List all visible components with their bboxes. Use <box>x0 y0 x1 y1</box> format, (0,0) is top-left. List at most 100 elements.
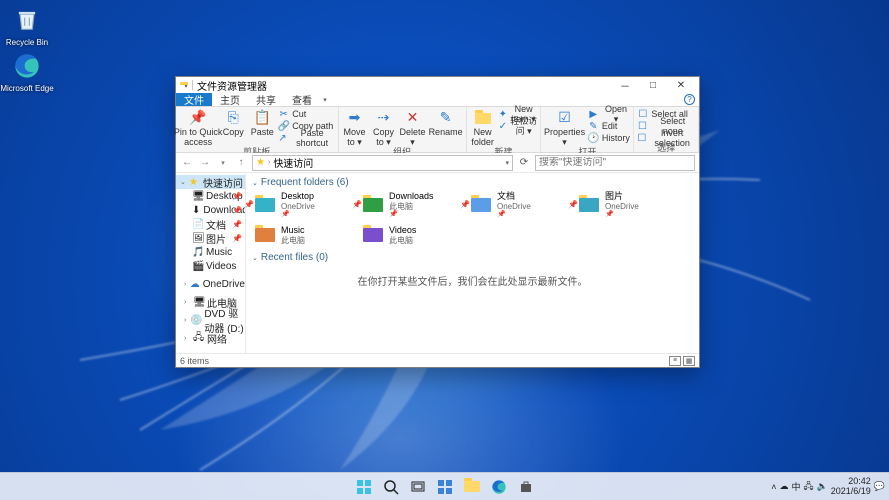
folder-item[interactable]: 📌Downloads此电脑📌 <box>360 190 468 220</box>
taskbar: ˄ ☁ 中 🖧 🔈 20:42 2021/6/19 💬 <box>0 472 889 500</box>
task-view-button[interactable] <box>406 475 430 499</box>
tab-home[interactable]: 主页 <box>212 93 248 106</box>
tab-view[interactable]: 查看 <box>284 93 320 106</box>
widgets-button[interactable] <box>433 475 457 499</box>
pin-icon: 📌 <box>246 200 254 209</box>
copy-icon: ⎘ <box>224 109 242 127</box>
tray-onedrive-icon[interactable]: ☁ <box>779 481 788 492</box>
folder-name: Videos <box>389 225 416 235</box>
rename-icon: ✎ <box>437 109 455 127</box>
view-large-button[interactable]: ▦ <box>683 356 695 366</box>
desktop-icon-label: Microsoft Edge <box>0 84 53 93</box>
ribbon-group-new: New folder ✦New item ▾ ✓轻松访问 ▾ 新建 <box>467 107 542 152</box>
folder-item[interactable]: Music此电脑 <box>252 220 360 250</box>
pin-quick-access-button[interactable]: 📌Pin to Quick access <box>179 108 217 148</box>
new-folder-button[interactable]: New folder <box>470 108 496 148</box>
move-to-button[interactable]: ➡Move to ▾ <box>342 108 368 148</box>
folder-location: OneDrive <box>497 202 531 211</box>
folder-item[interactable]: 📌DesktopOneDrive📌 <box>252 190 360 220</box>
nav-up-button[interactable]: ↑ <box>234 156 248 170</box>
titlebar[interactable]: ▾ 文件资源管理器 － □ ✕ <box>176 77 699 93</box>
taskbar-explorer-button[interactable] <box>460 475 484 499</box>
group-recent-header[interactable]: ⌄Recent files (0) <box>252 252 693 263</box>
taskbar-center <box>352 475 538 499</box>
select-all-icon: ☐ <box>637 109 648 120</box>
copy-button[interactable]: ⎘Copy <box>220 108 246 148</box>
open-button[interactable]: ▶Open ▾ <box>588 108 631 120</box>
minimize-button[interactable]: － <box>611 77 639 93</box>
status-bar: 6 items ≡ ▦ <box>176 353 699 367</box>
tab-file[interactable]: 文件 <box>176 93 212 106</box>
tray-chevron-icon[interactable]: ˄ <box>771 482 776 492</box>
pin-icon: 📌 <box>189 109 207 127</box>
open-icon: ▶ <box>588 109 599 120</box>
folder-name: Desktop <box>281 191 315 201</box>
taskbar-store-button[interactable] <box>514 475 538 499</box>
desktop-icon-edge[interactable]: Microsoft Edge <box>0 50 54 93</box>
folder-item[interactable]: Videos此电脑 <box>360 220 468 250</box>
tray-clock[interactable]: 20:42 2021/6/19 <box>831 477 871 496</box>
tab-share[interactable]: 共享 <box>248 93 284 106</box>
invert-icon: ☐ <box>637 133 646 144</box>
folder-item[interactable]: 📌文档OneDrive📌 <box>468 190 576 220</box>
delete-button[interactable]: ✕Delete ▾ <box>400 108 426 148</box>
tray-ime-button[interactable]: 中 <box>791 480 800 493</box>
search-button[interactable] <box>379 475 403 499</box>
easy-access-button[interactable]: ✓轻松访问 ▾ <box>499 120 538 132</box>
pin-icon: 📌 <box>460 200 470 209</box>
pin-icon: 📌 <box>232 206 242 215</box>
tray-notifications-icon[interactable]: 💬 <box>874 481 885 492</box>
nav-recent-button[interactable]: ▾ <box>216 156 230 170</box>
nav-quick-access[interactable]: ⌄★快速访问 <box>176 175 245 189</box>
pin-icon: 📌 <box>568 200 578 209</box>
nav-back-button[interactable]: ← <box>180 156 194 170</box>
properties-button[interactable]: ☑Properties ▾ <box>544 108 585 148</box>
folder-item[interactable]: 📌图片OneDrive📌 <box>576 190 684 220</box>
nav-item[interactable]: 🖥Desktop📌 <box>176 189 245 203</box>
close-button[interactable]: ✕ <box>667 77 695 93</box>
group-frequent-header[interactable]: ⌄Frequent folders (6) <box>252 177 693 188</box>
history-icon: 🕑 <box>588 133 599 144</box>
copy-to-button[interactable]: ⇢Copy to ▾ <box>371 108 397 148</box>
address-dropdown-button[interactable]: ▾ <box>505 159 509 167</box>
nav-forward-button[interactable]: → <box>198 156 212 170</box>
nav-network[interactable]: ›🖧网络 <box>176 331 245 345</box>
folder-name: Music <box>281 225 305 235</box>
address-bar[interactable]: ★ › 快速访问 ▾ <box>252 155 513 171</box>
taskbar-edge-button[interactable] <box>487 475 511 499</box>
new-folder-icon <box>474 109 492 127</box>
refresh-button[interactable]: ⟳ <box>517 156 531 170</box>
ribbon-group-organize: ➡Move to ▾ ⇢Copy to ▾ ✕Delete ▾ ✎Rename … <box>339 107 467 152</box>
pin-icon: 📌 <box>232 234 242 243</box>
start-button[interactable] <box>352 475 376 499</box>
maximize-button[interactable]: □ <box>639 77 667 93</box>
search-input[interactable] <box>539 157 691 168</box>
help-button[interactable]: ? <box>684 94 695 105</box>
ribbon-collapse-button[interactable]: ▾ <box>320 93 330 106</box>
ribbon-group-select: ☐Select all ☐Select none ☐Invert selecti… <box>634 107 699 152</box>
tray-date: 2021/6/19 <box>831 487 871 496</box>
paste-button[interactable]: 📋Paste <box>249 108 275 148</box>
cut-button[interactable]: ✂Cut <box>278 108 334 120</box>
copypath-icon: 🔗 <box>278 121 289 132</box>
new-item-icon: ✦ <box>499 109 507 120</box>
tray-network-icon[interactable]: 🖧 <box>803 479 813 495</box>
search-box[interactable] <box>535 155 695 171</box>
history-button[interactable]: 🕑History <box>588 132 631 144</box>
tray-volume-icon[interactable]: 🔈 <box>817 481 828 492</box>
desktop-icon-recycle-bin[interactable]: Recycle Bin <box>0 4 54 47</box>
view-details-button[interactable]: ≡ <box>669 356 681 366</box>
explorer-window: ▾ 文件资源管理器 － □ ✕ 文件 主页 共享 查看 ▾ ? 📌Pin to … <box>175 76 700 368</box>
folder-location: 此电脑 <box>389 236 416 245</box>
paste-shortcut-button[interactable]: ↗Paste shortcut <box>278 132 334 144</box>
nav-item[interactable]: ⬇Downloads📌 <box>176 203 245 217</box>
nav-item[interactable]: 🎬Videos <box>176 259 245 273</box>
rename-button[interactable]: ✎Rename <box>429 108 463 148</box>
nav-item[interactable]: 🖼图片📌 <box>176 231 245 245</box>
select-none-icon: ☐ <box>637 121 647 132</box>
edit-button[interactable]: ✎Edit <box>588 120 631 132</box>
nav-item[interactable]: 📄文档📌 <box>176 217 245 231</box>
nav-dvd[interactable]: ›💿DVD 驱动器 (D:) <box>176 313 245 327</box>
nav-item[interactable]: 🎵Music <box>176 245 245 259</box>
nav-onedrive[interactable]: ›☁OneDrive <box>176 277 245 291</box>
